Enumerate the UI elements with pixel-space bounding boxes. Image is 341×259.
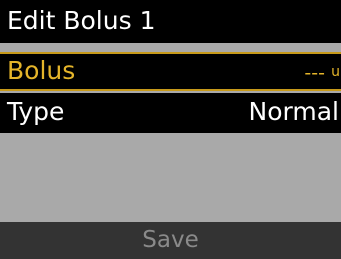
- bolus-field-label: Bolus: [7, 56, 76, 85]
- page-title: Edit Bolus 1: [7, 6, 156, 35]
- type-field-label: Type: [7, 97, 65, 126]
- bolus-field-row[interactable]: Bolus --- u: [0, 52, 341, 91]
- screen-footer: Save: [0, 222, 341, 259]
- bolus-field-value: ---: [304, 62, 325, 84]
- pump-screen: Edit Bolus 1 Bolus --- u Type Normal Sav…: [0, 0, 341, 259]
- screen-header: Edit Bolus 1: [0, 0, 341, 43]
- type-field-row[interactable]: Type Normal: [0, 93, 341, 133]
- save-button[interactable]: Save: [0, 222, 341, 259]
- type-field-value: Normal: [248, 97, 339, 126]
- bolus-unit-label: u: [331, 64, 340, 80]
